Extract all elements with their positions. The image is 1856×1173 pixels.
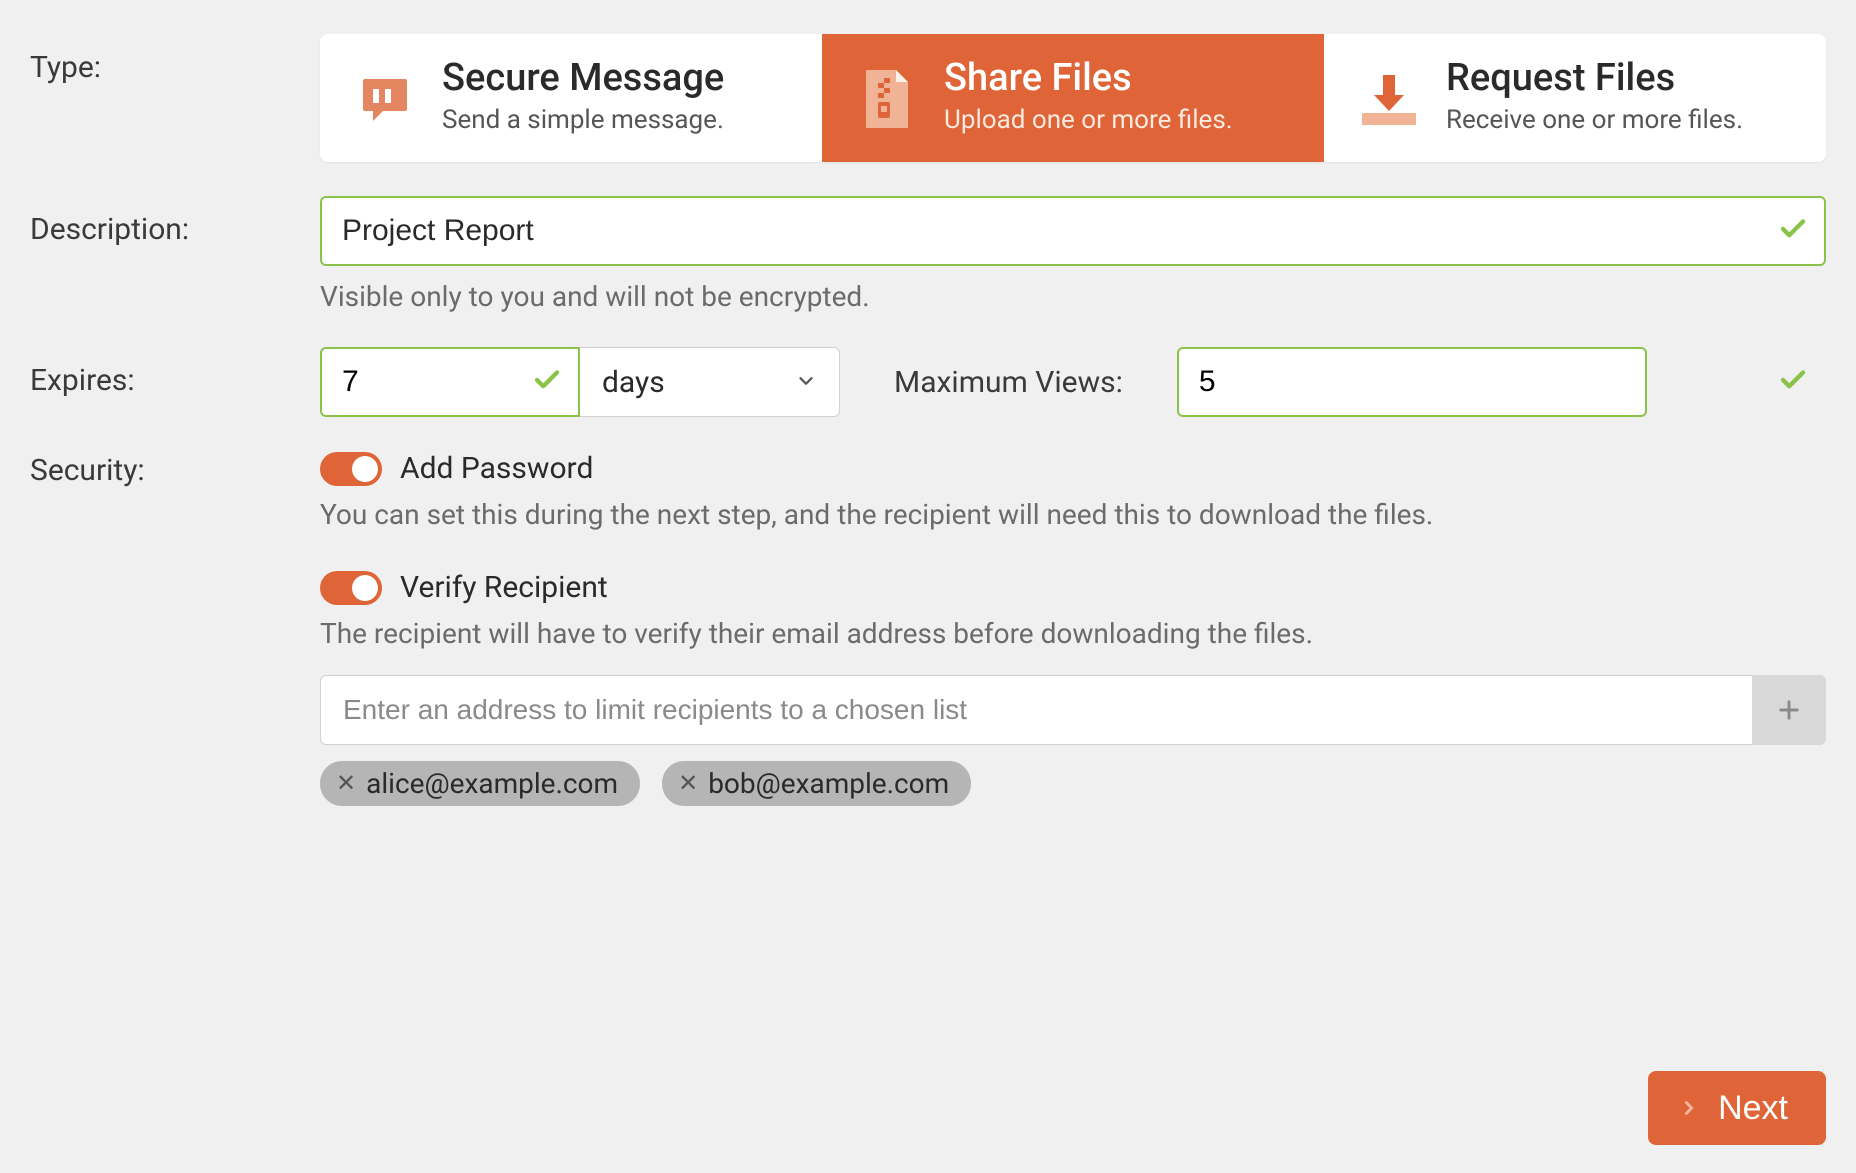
- remove-recipient-icon[interactable]: ✕: [336, 771, 356, 795]
- expires-unit-select[interactable]: days: [580, 347, 840, 417]
- add-recipient-button[interactable]: [1752, 675, 1826, 745]
- type-subtitle: Receive one or more files.: [1446, 104, 1743, 137]
- description-hint: Visible only to you and will not be encr…: [320, 280, 1826, 313]
- expires-unit-value: days: [602, 365, 665, 400]
- description-label: Description:: [30, 196, 320, 247]
- add-password-label: Add Password: [400, 451, 593, 486]
- type-subtitle: Send a simple message.: [442, 104, 724, 137]
- download-icon: [1354, 64, 1424, 134]
- check-icon: [1778, 214, 1808, 248]
- type-label: Type:: [30, 34, 320, 85]
- verify-recipient-toggle[interactable]: [320, 571, 382, 605]
- type-title: Secure Message: [442, 58, 724, 100]
- next-button-label: Next: [1718, 1089, 1788, 1128]
- recipient-email: alice@example.com: [366, 767, 618, 800]
- type-option-secure-message[interactable]: Secure Message Send a simple message.: [320, 34, 822, 162]
- type-option-share-files[interactable]: Share Files Upload one or more files.: [822, 34, 1324, 162]
- zip-file-icon: [852, 64, 922, 134]
- max-views-label: Maximum Views:: [894, 365, 1123, 400]
- check-icon: [532, 365, 562, 399]
- recipient-chip: ✕ bob@example.com: [662, 761, 971, 806]
- recipient-chips: ✕ alice@example.com ✕ bob@example.com: [320, 761, 1826, 806]
- expires-label: Expires:: [30, 347, 320, 398]
- recipient-email: bob@example.com: [708, 767, 949, 800]
- max-views-input[interactable]: [1177, 347, 1647, 417]
- add-password-toggle[interactable]: [320, 452, 382, 486]
- chevron-right-icon: [1678, 1094, 1700, 1122]
- type-option-request-files[interactable]: Request Files Receive one or more files.: [1324, 34, 1826, 162]
- check-icon: [1778, 365, 1808, 399]
- type-selector: Secure Message Send a simple message.: [320, 34, 1826, 162]
- recipient-chip: ✕ alice@example.com: [320, 761, 640, 806]
- type-title: Share Files: [944, 58, 1233, 100]
- verify-recipient-label: Verify Recipient: [400, 570, 608, 605]
- verify-recipient-hint: The recipient will have to verify their …: [320, 615, 1826, 653]
- security-label: Security:: [30, 451, 320, 488]
- add-password-hint: You can set this during the next step, a…: [320, 496, 1826, 534]
- chevron-down-icon: [795, 365, 817, 400]
- message-icon: [350, 64, 420, 134]
- next-button[interactable]: Next: [1648, 1071, 1826, 1145]
- type-subtitle: Upload one or more files.: [944, 104, 1233, 137]
- type-title: Request Files: [1446, 58, 1743, 100]
- remove-recipient-icon[interactable]: ✕: [678, 771, 698, 795]
- recipient-address-input[interactable]: [320, 675, 1752, 745]
- description-input[interactable]: [320, 196, 1826, 266]
